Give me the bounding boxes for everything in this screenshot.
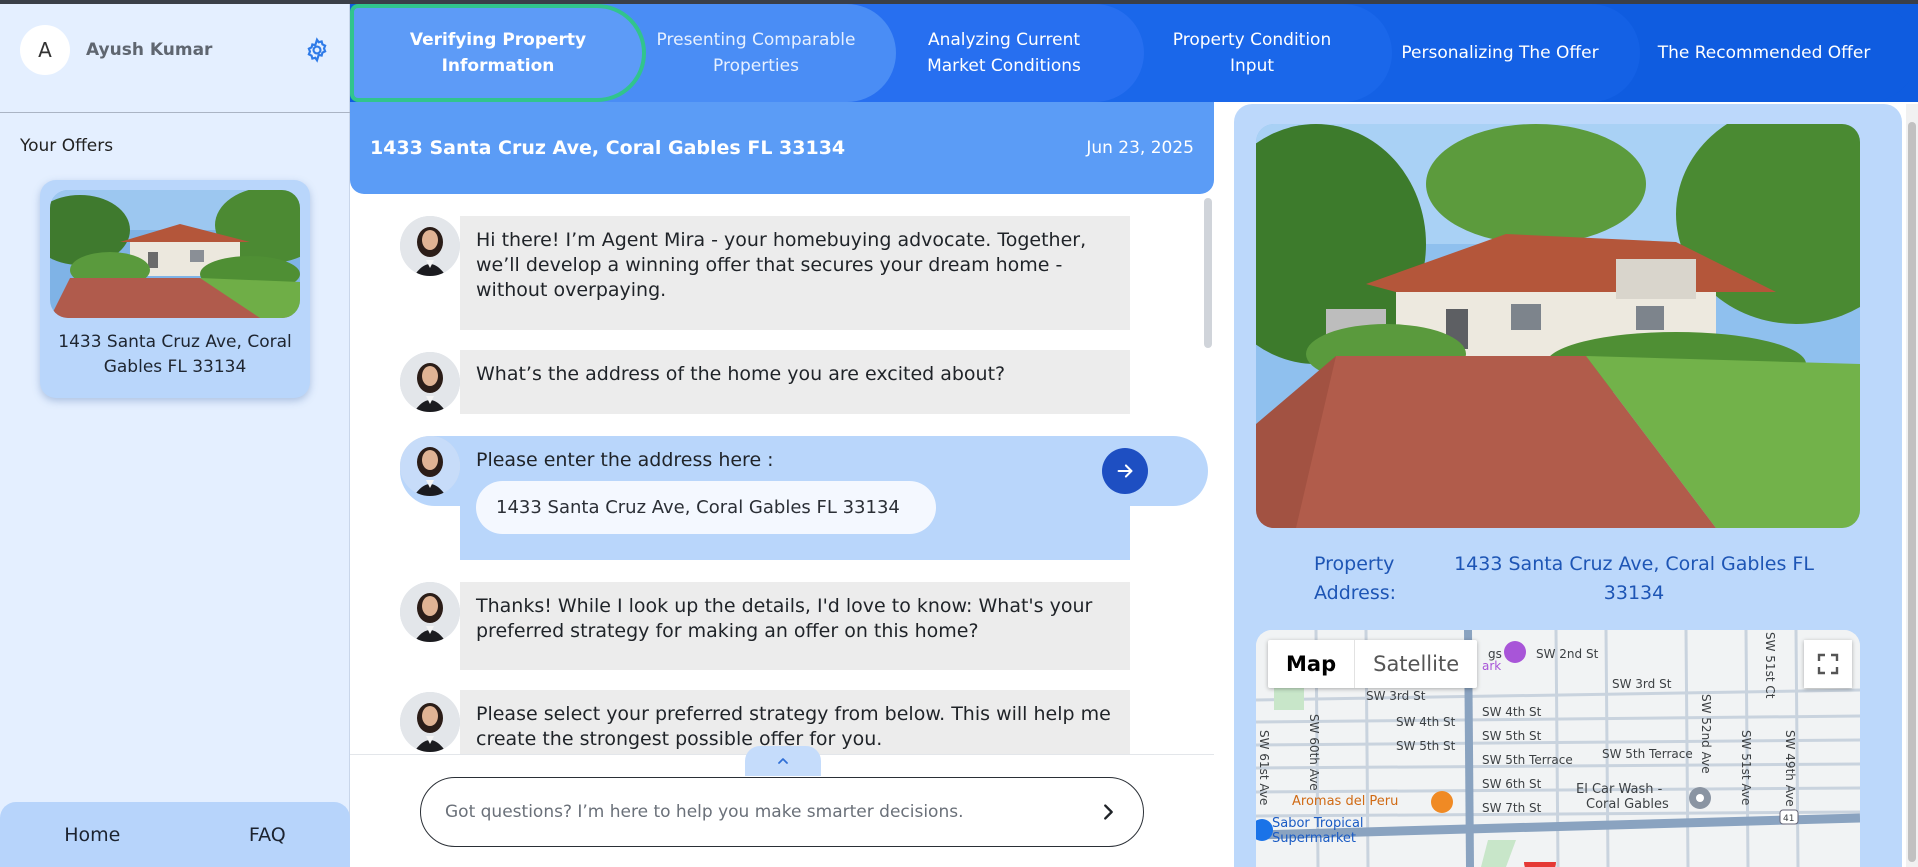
collapse-chat-toggle[interactable] <box>745 746 821 776</box>
sidebar: A Ayush Kumar Your Offers 1433 Santa Cru… <box>0 4 350 867</box>
satellite-view-button[interactable]: Satellite <box>1355 640 1477 688</box>
map-label-sw3rd-b: SW 3rd St <box>1612 677 1672 691</box>
map-label-park2: ark <box>1482 659 1501 673</box>
progress-steps: The Recommended Offer Personalizing The … <box>350 4 1918 102</box>
step-verifying-property[interactable]: Verifying Property Information <box>350 4 646 102</box>
map-label-sw61: SW 61st Ave <box>1257 730 1271 805</box>
offer-card[interactable]: 1433 Santa Cruz Ave, Coral Gables FL 331… <box>40 180 310 398</box>
page-scrollbar[interactable] <box>1906 104 1918 867</box>
map-label-sw49: SW 49th Ave <box>1783 730 1797 807</box>
map-label-sw3rd-a: SW 3rd St <box>1366 689 1426 703</box>
chevron-up-icon <box>778 758 788 764</box>
agent-avatar <box>400 436 460 496</box>
chat-header-address: 1433 Santa Cruz Ave, Coral Gables FL 331… <box>370 137 846 159</box>
chat-thread[interactable]: Hi there! I’m Agent Mira - your homebuyi… <box>350 194 1214 754</box>
offer-address: 1433 Santa Cruz Ave, Coral Gables FL 331… <box>58 332 292 377</box>
map-label-route: 41 <box>1783 814 1794 824</box>
map-label-carwash1: El Car Wash - <box>1576 782 1663 797</box>
submit-address-button[interactable] <box>1102 448 1148 494</box>
map-type-toggle: Map Satellite <box>1268 640 1478 688</box>
map-label-sw51ct: SW 51st Ct <box>1763 632 1777 699</box>
property-address-value: 1433 Santa Cruz Ave, Coral Gables FL 331… <box>1454 553 1814 604</box>
app-root: A Ayush Kumar Your Offers 1433 Santa Cru… <box>0 0 1918 867</box>
map-label-carwash2: Coral Gables <box>1586 797 1669 812</box>
home-link[interactable]: Home <box>64 824 120 846</box>
map-label-sw5terr-a: SW 5th Terrace <box>1482 753 1573 767</box>
arrow-right-icon <box>1117 464 1133 478</box>
property-panel: Property Address: 1433 Santa Cruz Ave, C… <box>1234 104 1902 867</box>
fullscreen-button[interactable] <box>1804 640 1852 688</box>
map-label-sw2nd: SW 2nd St <box>1536 647 1599 661</box>
map-view-button[interactable]: Map <box>1268 640 1356 688</box>
gear-icon[interactable] <box>304 37 330 63</box>
map-label-sw51: SW 51st Ave <box>1739 730 1753 805</box>
property-photo <box>1256 124 1860 528</box>
chat-header: 1433 Santa Cruz Ave, Coral Gables FL 331… <box>350 102 1214 194</box>
offers-title: Your Offers <box>20 136 114 156</box>
question-input[interactable] <box>445 802 1097 822</box>
map-label-aromas: Aromas del Peru <box>1292 794 1398 809</box>
property-map[interactable]: gs ark SW 2nd St SW 3rd St SW 3rd St SW … <box>1256 630 1860 867</box>
entered-address-field[interactable]: 1433 Santa Cruz Ave, Coral Gables FL 331… <box>476 481 936 534</box>
fullscreen-icon <box>1817 653 1839 675</box>
agent-message: Please select your preferred strategy fr… <box>460 690 1130 754</box>
map-label-sw5th-a: SW 5th St <box>1396 739 1456 753</box>
map-label-sw52: SW 52nd Ave <box>1699 694 1713 774</box>
offer-house-photo <box>50 190 300 318</box>
chevron-right-icon[interactable] <box>1097 801 1119 823</box>
chat-header-date: Jun 23, 2025 <box>1086 138 1194 158</box>
map-label-sw5th-b: SW 5th St <box>1482 729 1542 743</box>
map-label-sw7th: SW 7th St <box>1482 801 1542 815</box>
agent-avatar <box>400 216 460 276</box>
agent-message: Hi there! I’m Agent Mira - your homebuyi… <box>460 216 1130 330</box>
agent-message: Thanks! While I look up the details, I'd… <box>460 582 1130 670</box>
sidebar-footer: Home FAQ <box>0 802 350 867</box>
user-name: Ayush Kumar <box>86 40 213 60</box>
map-label-sabor1: Sabor Tropical <box>1272 816 1364 831</box>
map-label-sabor2: Supermarket <box>1272 831 1356 846</box>
agent-message: What’s the address of the home you are e… <box>460 350 1130 414</box>
page-scrollbar-thumb[interactable] <box>1908 122 1916 862</box>
agent-avatar <box>400 692 460 752</box>
user-row: A Ayush Kumar <box>20 24 330 76</box>
avatar[interactable]: A <box>20 25 70 75</box>
map-label-sw60: SW 60th Ave <box>1307 714 1321 791</box>
agent-avatar <box>400 582 460 642</box>
map-label-sw6th: SW 6th St <box>1482 777 1542 791</box>
address-prompt-message: Please enter the address here : 1433 San… <box>460 436 1130 560</box>
map-label-sw4th-a: SW 4th St <box>1396 715 1456 729</box>
agent-avatar <box>400 352 460 412</box>
sidebar-divider <box>0 112 350 113</box>
question-input-box[interactable] <box>420 777 1144 847</box>
chat-scrollbar[interactable] <box>1204 198 1212 348</box>
faq-link[interactable]: FAQ <box>249 824 286 846</box>
map-label-sw4th-b: SW 4th St <box>1482 705 1542 719</box>
address-prompt-text: Please enter the address here : <box>476 449 774 471</box>
map-label-sw5terr-b: SW 5th Terrace <box>1602 747 1693 761</box>
property-address-label: Property Address: <box>1314 553 1397 604</box>
